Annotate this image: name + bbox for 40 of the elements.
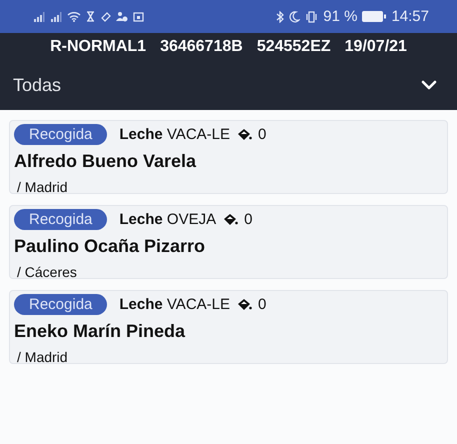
header-title: 19/07/21	[344, 38, 407, 56]
collection-card[interactable]: Recogida Leche VACA-LE 0 Eneko Marín Pineda / Madrid	[9, 290, 448, 364]
farmer-name: Alfredo Bueno Varela	[14, 151, 198, 172]
location-text: / Madrid	[16, 349, 69, 365]
location-text: / Madrid	[16, 179, 69, 195]
farmer-name: Eneko Marín Pineda	[14, 321, 186, 342]
signal-icon	[50, 12, 62, 22]
filter-dropdown[interactable]: Todas	[0, 60, 457, 110]
status-badge: Recogida	[14, 209, 108, 230]
bucket-icon	[222, 212, 238, 226]
status-badge: Recogida	[14, 294, 108, 315]
hourglass-icon	[86, 11, 95, 22]
status-badge: Recogida	[14, 124, 108, 145]
header-title: R-NORMAL1	[50, 38, 146, 56]
vibrate-icon	[305, 10, 318, 22]
location-text: / Cáceres	[16, 264, 78, 280]
collection-card[interactable]: Recogida Leche VACA-LE 0 Alfredo Bueno Varela / Madrid	[9, 120, 448, 194]
farmer-name: Paulino Ocaña Pizarro	[14, 236, 206, 257]
product-label: Leche VACA-LE	[119, 126, 230, 143]
wifi-icon	[67, 11, 81, 22]
bucket-icon	[236, 298, 252, 312]
bucket-icon	[236, 128, 252, 142]
signal-icon	[33, 12, 45, 22]
count-value: 0	[258, 126, 266, 143]
battery-icon	[362, 11, 386, 22]
person-icon	[116, 11, 128, 22]
battery-percent: 91 %	[323, 8, 358, 25]
clock-time: 14:57	[391, 8, 429, 25]
product-label: Leche OVEJA	[119, 211, 216, 228]
chevron-icon	[421, 80, 437, 90]
count-value: 0	[244, 211, 252, 228]
moon-icon	[289, 10, 300, 22]
calendar-icon	[133, 11, 144, 22]
count-value: 0	[258, 296, 266, 313]
bluetooth-icon	[276, 10, 284, 22]
eraser-icon	[100, 11, 111, 22]
header-title: 524552EZ	[256, 38, 331, 56]
product-label: Leche VACA-LE	[119, 296, 230, 313]
collection-card[interactable]: Recogida Leche OVEJA 0 Paulino Ocaña Pizarro / Cáceres	[9, 205, 448, 279]
header-title: 36466718B	[160, 38, 243, 56]
